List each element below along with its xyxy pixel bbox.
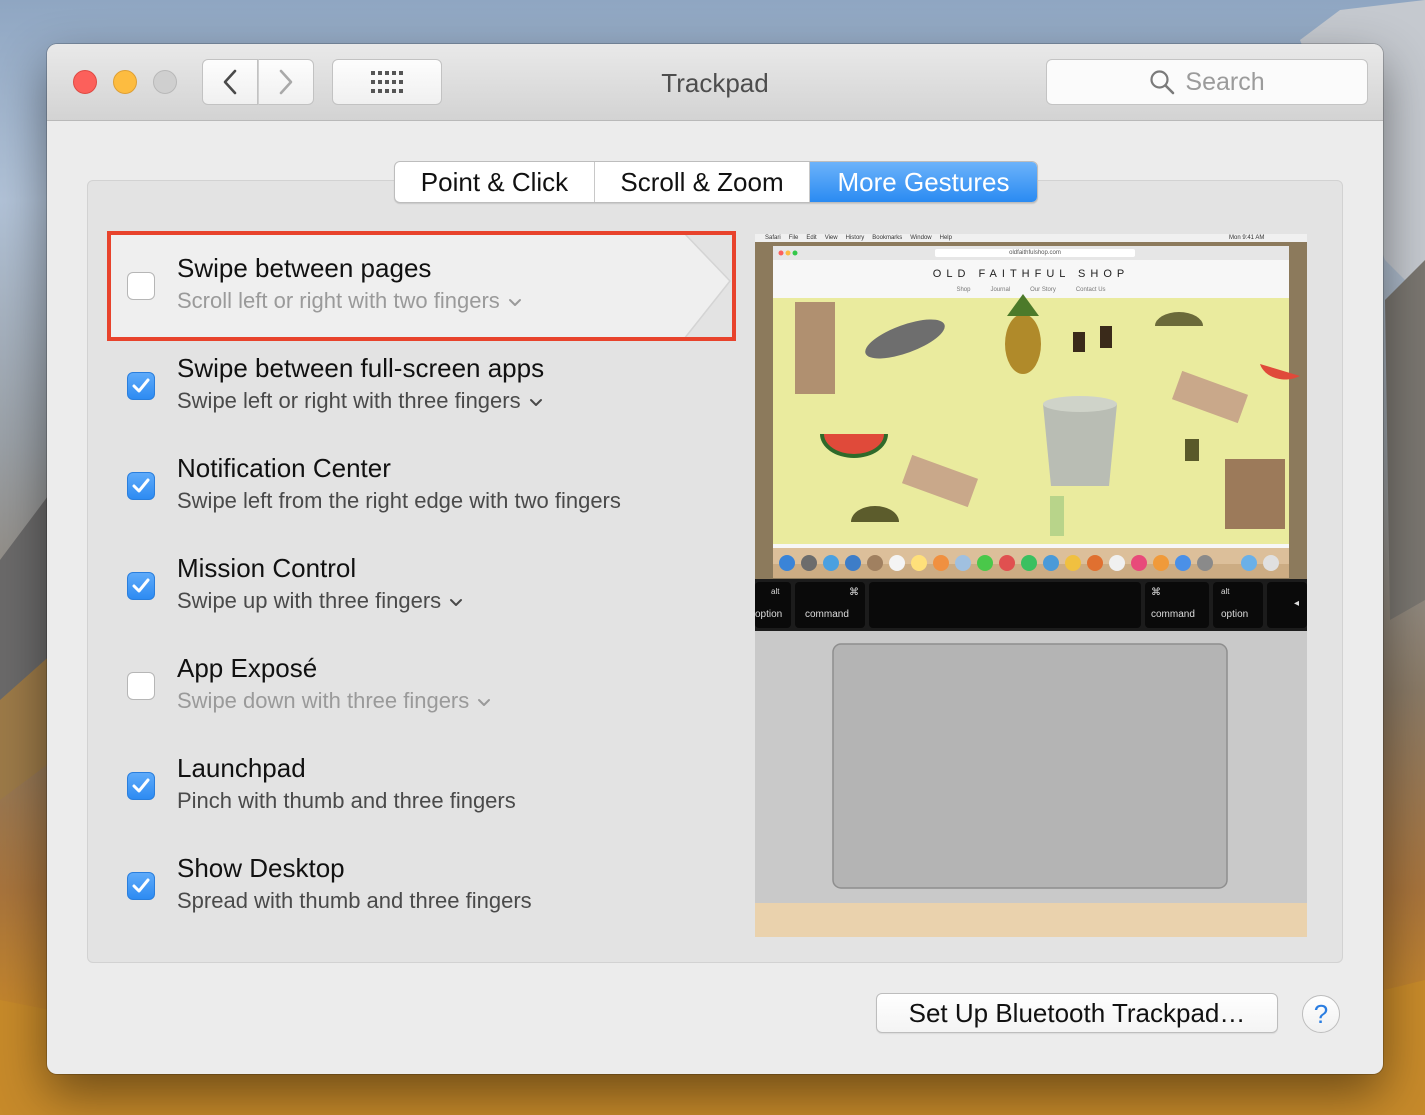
gesture-title: Swipe between full-screen apps: [177, 353, 545, 383]
menubar-item: Bookmarks: [872, 235, 903, 241]
gesture-title: Launchpad: [177, 753, 306, 783]
chevron-down-icon: [477, 688, 491, 714]
gesture-subtitle: Swipe left from the right edge with two …: [177, 488, 621, 513]
checkbox[interactable]: [127, 372, 155, 400]
gesture-title: Notification Center: [177, 453, 391, 483]
shop-nav-item: Contact Us: [1075, 287, 1106, 293]
menubar-item: Safari: [765, 235, 781, 241]
checkmark-icon: [132, 378, 150, 393]
key-arrow-left: ◂: [1267, 582, 1307, 628]
checkbox[interactable]: [127, 572, 155, 600]
key-command-right: ⌘ command: [1145, 582, 1209, 628]
gesture-subtitle: Pinch with thumb and three fingers: [177, 788, 516, 813]
chevron-down-icon: [508, 288, 522, 314]
key-option-left: alt option: [755, 582, 791, 628]
preview-url: oldfaithfulshop.com: [1009, 250, 1061, 256]
gesture-description: Pinch with thumb and three fingers: [177, 788, 516, 814]
shop-nav-item: Journal: [990, 287, 1011, 293]
gesture-description: Swipe left from the right edge with two …: [177, 488, 621, 514]
gesture-description: Spread with thumb and three fingers: [177, 888, 532, 914]
chevron-down-icon: [529, 388, 543, 414]
menubar-item: File: [788, 235, 799, 241]
key-option-right: alt option: [1213, 582, 1263, 628]
tab-point-click[interactable]: Point & Click: [395, 162, 595, 202]
menubar-item: History: [845, 235, 865, 241]
shop-nav-item: Our Story: [1030, 287, 1056, 293]
checkbox[interactable]: [127, 872, 155, 900]
gesture-subtitle: Swipe down with three fingers: [177, 688, 470, 713]
key-space: [869, 582, 1141, 628]
search-field[interactable]: Search: [1046, 59, 1368, 105]
menubar-item: Window: [910, 235, 932, 241]
chevron-down-icon: [449, 588, 463, 614]
gesture-option-popup[interactable]: Swipe up with three fingers: [177, 588, 463, 614]
gesture-subtitle: Swipe left or right with three fingers: [177, 388, 521, 413]
search-placeholder: Search: [1185, 67, 1265, 96]
preview-keyboard: alt option ⌘ command ⌘ command alt optio…: [755, 579, 1307, 631]
search-icon: [1150, 70, 1175, 95]
checkmark-icon: [132, 878, 150, 893]
preview-clock: Mon 9:41 AM: [1229, 235, 1265, 241]
preview-menubar: Safari File Edit View History Bookmarks …: [765, 234, 952, 242]
gesture-subtitle: Scroll left or right with two fingers: [177, 288, 500, 313]
gesture-option-popup[interactable]: Swipe down with three fingers: [177, 688, 491, 714]
annotation-highlight-box: [107, 231, 736, 341]
shop-nav-item: Shop: [956, 287, 971, 293]
checkmark-icon: [132, 778, 150, 793]
gesture-preview: Safari File Edit View History Bookmarks …: [755, 234, 1307, 937]
gesture-title: Mission Control: [177, 553, 357, 583]
gesture-option-popup[interactable]: Scroll left or right with two fingers: [177, 288, 522, 314]
trackpad-preferences-window: Trackpad Search Point & Click Scroll & Z…: [47, 44, 1383, 1074]
checkbox[interactable]: [127, 672, 155, 700]
help-button[interactable]: ?: [1302, 995, 1340, 1033]
setup-bluetooth-trackpad-button[interactable]: Set Up Bluetooth Trackpad…: [876, 993, 1278, 1033]
tab-more-gestures[interactable]: More Gestures: [810, 162, 1037, 202]
title-bar: Trackpad Search: [47, 44, 1383, 121]
tab-scroll-zoom[interactable]: Scroll & Zoom: [595, 162, 810, 202]
menubar-item: View: [824, 235, 838, 241]
gesture-subtitle: Spread with thumb and three fingers: [177, 888, 532, 913]
checkmark-icon: [132, 478, 150, 493]
gesture-option-popup[interactable]: Swipe left or right with three fingers: [177, 388, 543, 414]
checkbox[interactable]: [127, 272, 155, 300]
preview-shop-name: OLD FAITHFUL SHOP: [932, 268, 1130, 280]
tab-bar: Point & Click Scroll & Zoom More Gesture…: [394, 161, 1038, 203]
menubar-item: Help: [939, 235, 952, 241]
preview-shop-nav: Shop Journal Our Story Contact Us: [773, 287, 1289, 293]
checkmark-icon: [132, 578, 150, 593]
checkbox[interactable]: [127, 772, 155, 800]
gesture-title: App Exposé: [177, 653, 318, 683]
menubar-item: Edit: [806, 235, 817, 241]
key-command-left: ⌘ command: [795, 582, 865, 628]
checkbox[interactable]: [127, 472, 155, 500]
gesture-title: Show Desktop: [177, 853, 345, 883]
gesture-title: Swipe between pages: [177, 253, 432, 283]
gesture-subtitle: Swipe up with three fingers: [177, 588, 442, 613]
